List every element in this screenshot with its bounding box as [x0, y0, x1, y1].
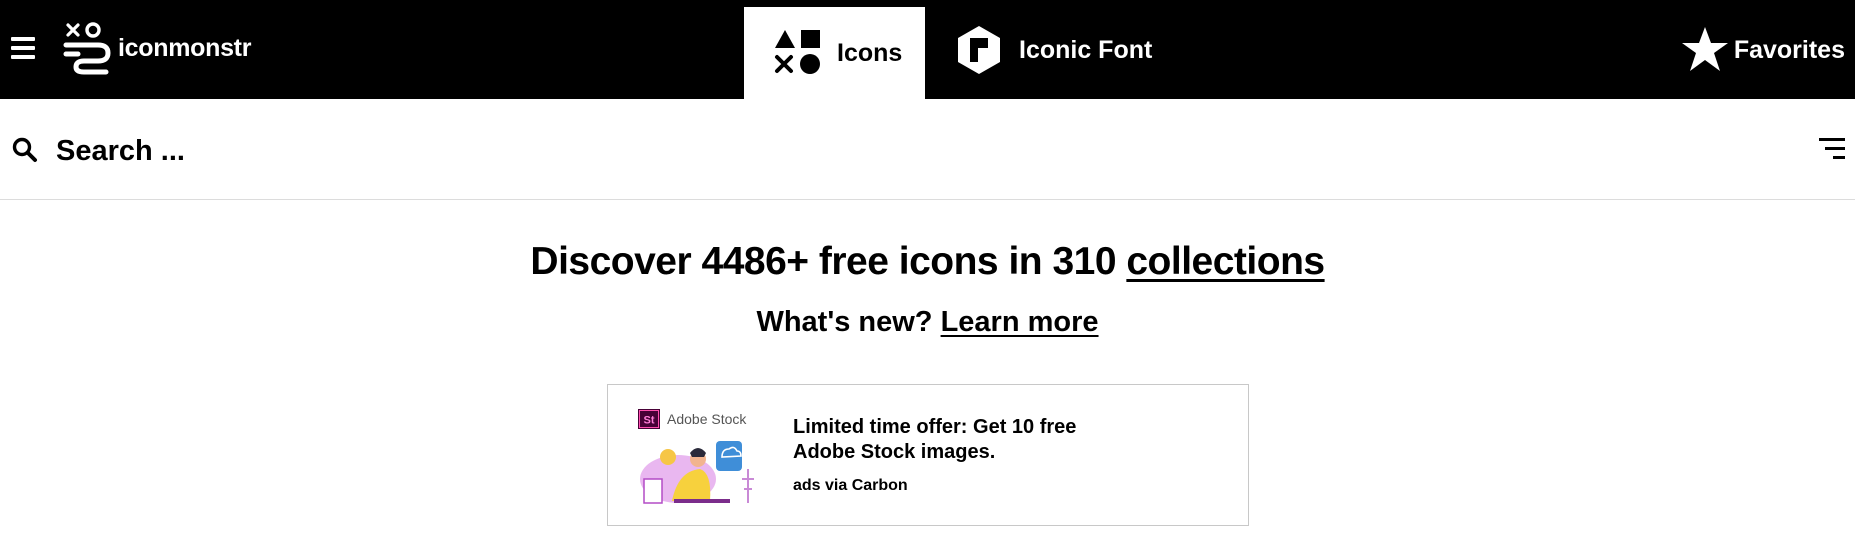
collections-link[interactable]: collections — [1126, 240, 1325, 283]
top-navigation: iconmonstr Icons Iconic Font Favorites — [0, 0, 1855, 99]
favorites-label: Favorites — [1733, 35, 1845, 64]
ad-brand: Adobe Stock — [667, 411, 747, 427]
search-icon — [12, 137, 37, 162]
tab-icons-label: Icons — [837, 38, 903, 67]
carbon-ad: St Adobe Stock Limited time offer: Get 1… — [607, 384, 1249, 526]
sort-icon[interactable] — [1817, 136, 1845, 162]
shapes-icon — [775, 30, 820, 74]
ad-text[interactable]: Limited time offer: Get 10 free Adobe St… — [793, 415, 1113, 465]
whats-new-text: What's new? — [756, 306, 941, 338]
whats-new-line: What's new? Learn more — [0, 306, 1855, 339]
ad-image[interactable]: St Adobe Stock — [638, 409, 768, 509]
star-icon — [1681, 27, 1728, 71]
learn-more-link[interactable]: Learn more — [941, 306, 1099, 338]
hero-title-text: Discover 4486+ free icons in 310 — [530, 240, 1127, 283]
iconmonstr-logo-icon — [63, 22, 111, 75]
hamburger-menu-icon[interactable] — [8, 36, 38, 62]
ads-via-carbon-link[interactable]: ads via Carbon — [793, 477, 908, 495]
font-hexagon-icon — [958, 26, 1000, 74]
tab-iconic-font-label: Iconic Font — [1019, 35, 1153, 64]
search-input[interactable] — [56, 129, 1456, 173]
adobe-stock-badge: St — [644, 415, 655, 427]
brand-name: iconmonstr — [118, 33, 252, 62]
tab-icons[interactable]: Icons — [744, 7, 925, 99]
brand-logo-link[interactable]: iconmonstr — [60, 22, 252, 75]
search-bar — [0, 99, 1855, 200]
favorites-link[interactable]: Favorites — [1680, 24, 1845, 76]
tab-iconic-font[interactable]: Iconic Font — [955, 24, 1152, 76]
hero-title: Discover 4486+ free icons in 310 collect… — [0, 240, 1855, 284]
